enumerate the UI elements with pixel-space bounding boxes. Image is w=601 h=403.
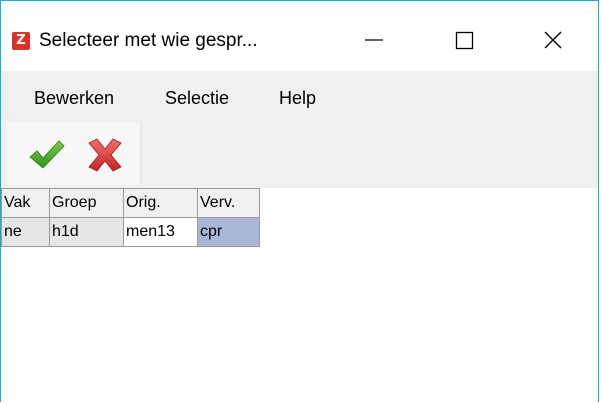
menu-selectie[interactable]: Selectie	[165, 87, 229, 109]
menu-help[interactable]: Help	[279, 87, 316, 109]
column-header-groep[interactable]: Groep	[49, 188, 124, 218]
minimize-icon	[365, 39, 383, 41]
column-header-vak[interactable]: Vak	[1, 188, 50, 218]
title-bar[interactable]: Z Selecteer met wie gespr...	[1, 1, 598, 81]
close-button[interactable]	[531, 23, 577, 59]
checkmark-icon	[29, 140, 65, 169]
table-row[interactable]: ne h1d men13 cpr	[1, 217, 260, 247]
window-title: Selecteer met wie gespr...	[39, 30, 258, 51]
app-logo-glyph: Z	[16, 33, 26, 48]
selection-grid: Vak Groep Orig. Verv. ne h1d men13 cpr	[1, 188, 260, 247]
grid-header-row: Vak Groep Orig. Verv.	[1, 188, 260, 218]
confirm-button[interactable]	[27, 137, 67, 173]
column-header-verv[interactable]: Verv.	[197, 188, 260, 218]
menu-bar: Bewerken Selectie Help	[1, 71, 598, 123]
cell-orig[interactable]: men13	[123, 217, 198, 247]
cell-vak[interactable]: ne	[1, 217, 50, 247]
toolbar	[1, 123, 598, 188]
column-header-orig[interactable]: Orig.	[123, 188, 198, 218]
minimize-button[interactable]	[353, 23, 399, 59]
app-logo-icon: Z	[12, 32, 30, 50]
cell-verv-selected[interactable]: cpr	[197, 217, 260, 247]
cancel-button[interactable]	[85, 137, 125, 173]
dialog-window: Z Selecteer met wie gespr... Bewerken Se…	[0, 0, 599, 402]
red-x-icon	[88, 138, 122, 172]
menu-bewerken[interactable]: Bewerken	[34, 87, 114, 109]
close-icon	[544, 31, 562, 49]
maximize-button[interactable]	[441, 23, 487, 59]
toolbar-button-group	[7, 123, 141, 185]
cell-groep[interactable]: h1d	[49, 217, 124, 247]
maximize-icon	[455, 31, 474, 50]
